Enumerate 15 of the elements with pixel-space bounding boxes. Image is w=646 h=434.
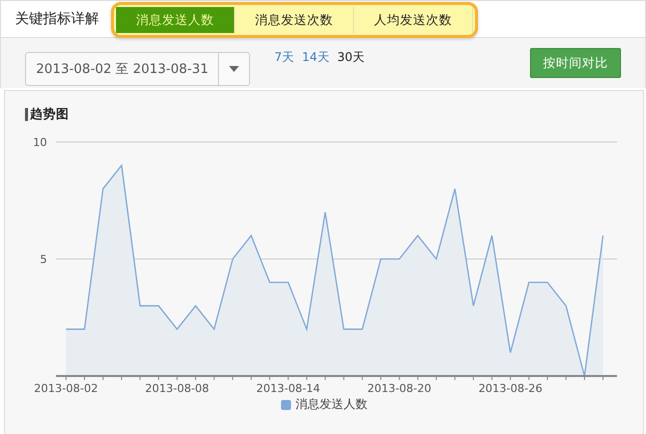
range-link[interactable]: 30天 — [337, 49, 365, 66]
range-link[interactable]: 7天 — [274, 49, 294, 66]
axis-label: 5 — [40, 253, 47, 266]
axis-label: 2013-08-08 — [145, 382, 210, 395]
date-range-picker[interactable]: 2013-08-02 至 2013-08-31 — [25, 52, 250, 86]
axis-label: 2013-08-20 — [367, 382, 432, 395]
chart-title: 趋势图 — [30, 106, 69, 123]
axis-label: 2013-08-02 — [34, 382, 98, 395]
section-title: 关键指标详解 — [15, 10, 99, 28]
axis-label: 2013-08-26 — [478, 382, 542, 395]
caret-icon — [229, 66, 240, 72]
range-link[interactable]: 14天 — [302, 49, 330, 66]
axis-label: 2013-08-14 — [256, 382, 320, 395]
axis-label: 10 — [33, 136, 47, 149]
legend-label: 消息发送人数 — [296, 396, 368, 413]
